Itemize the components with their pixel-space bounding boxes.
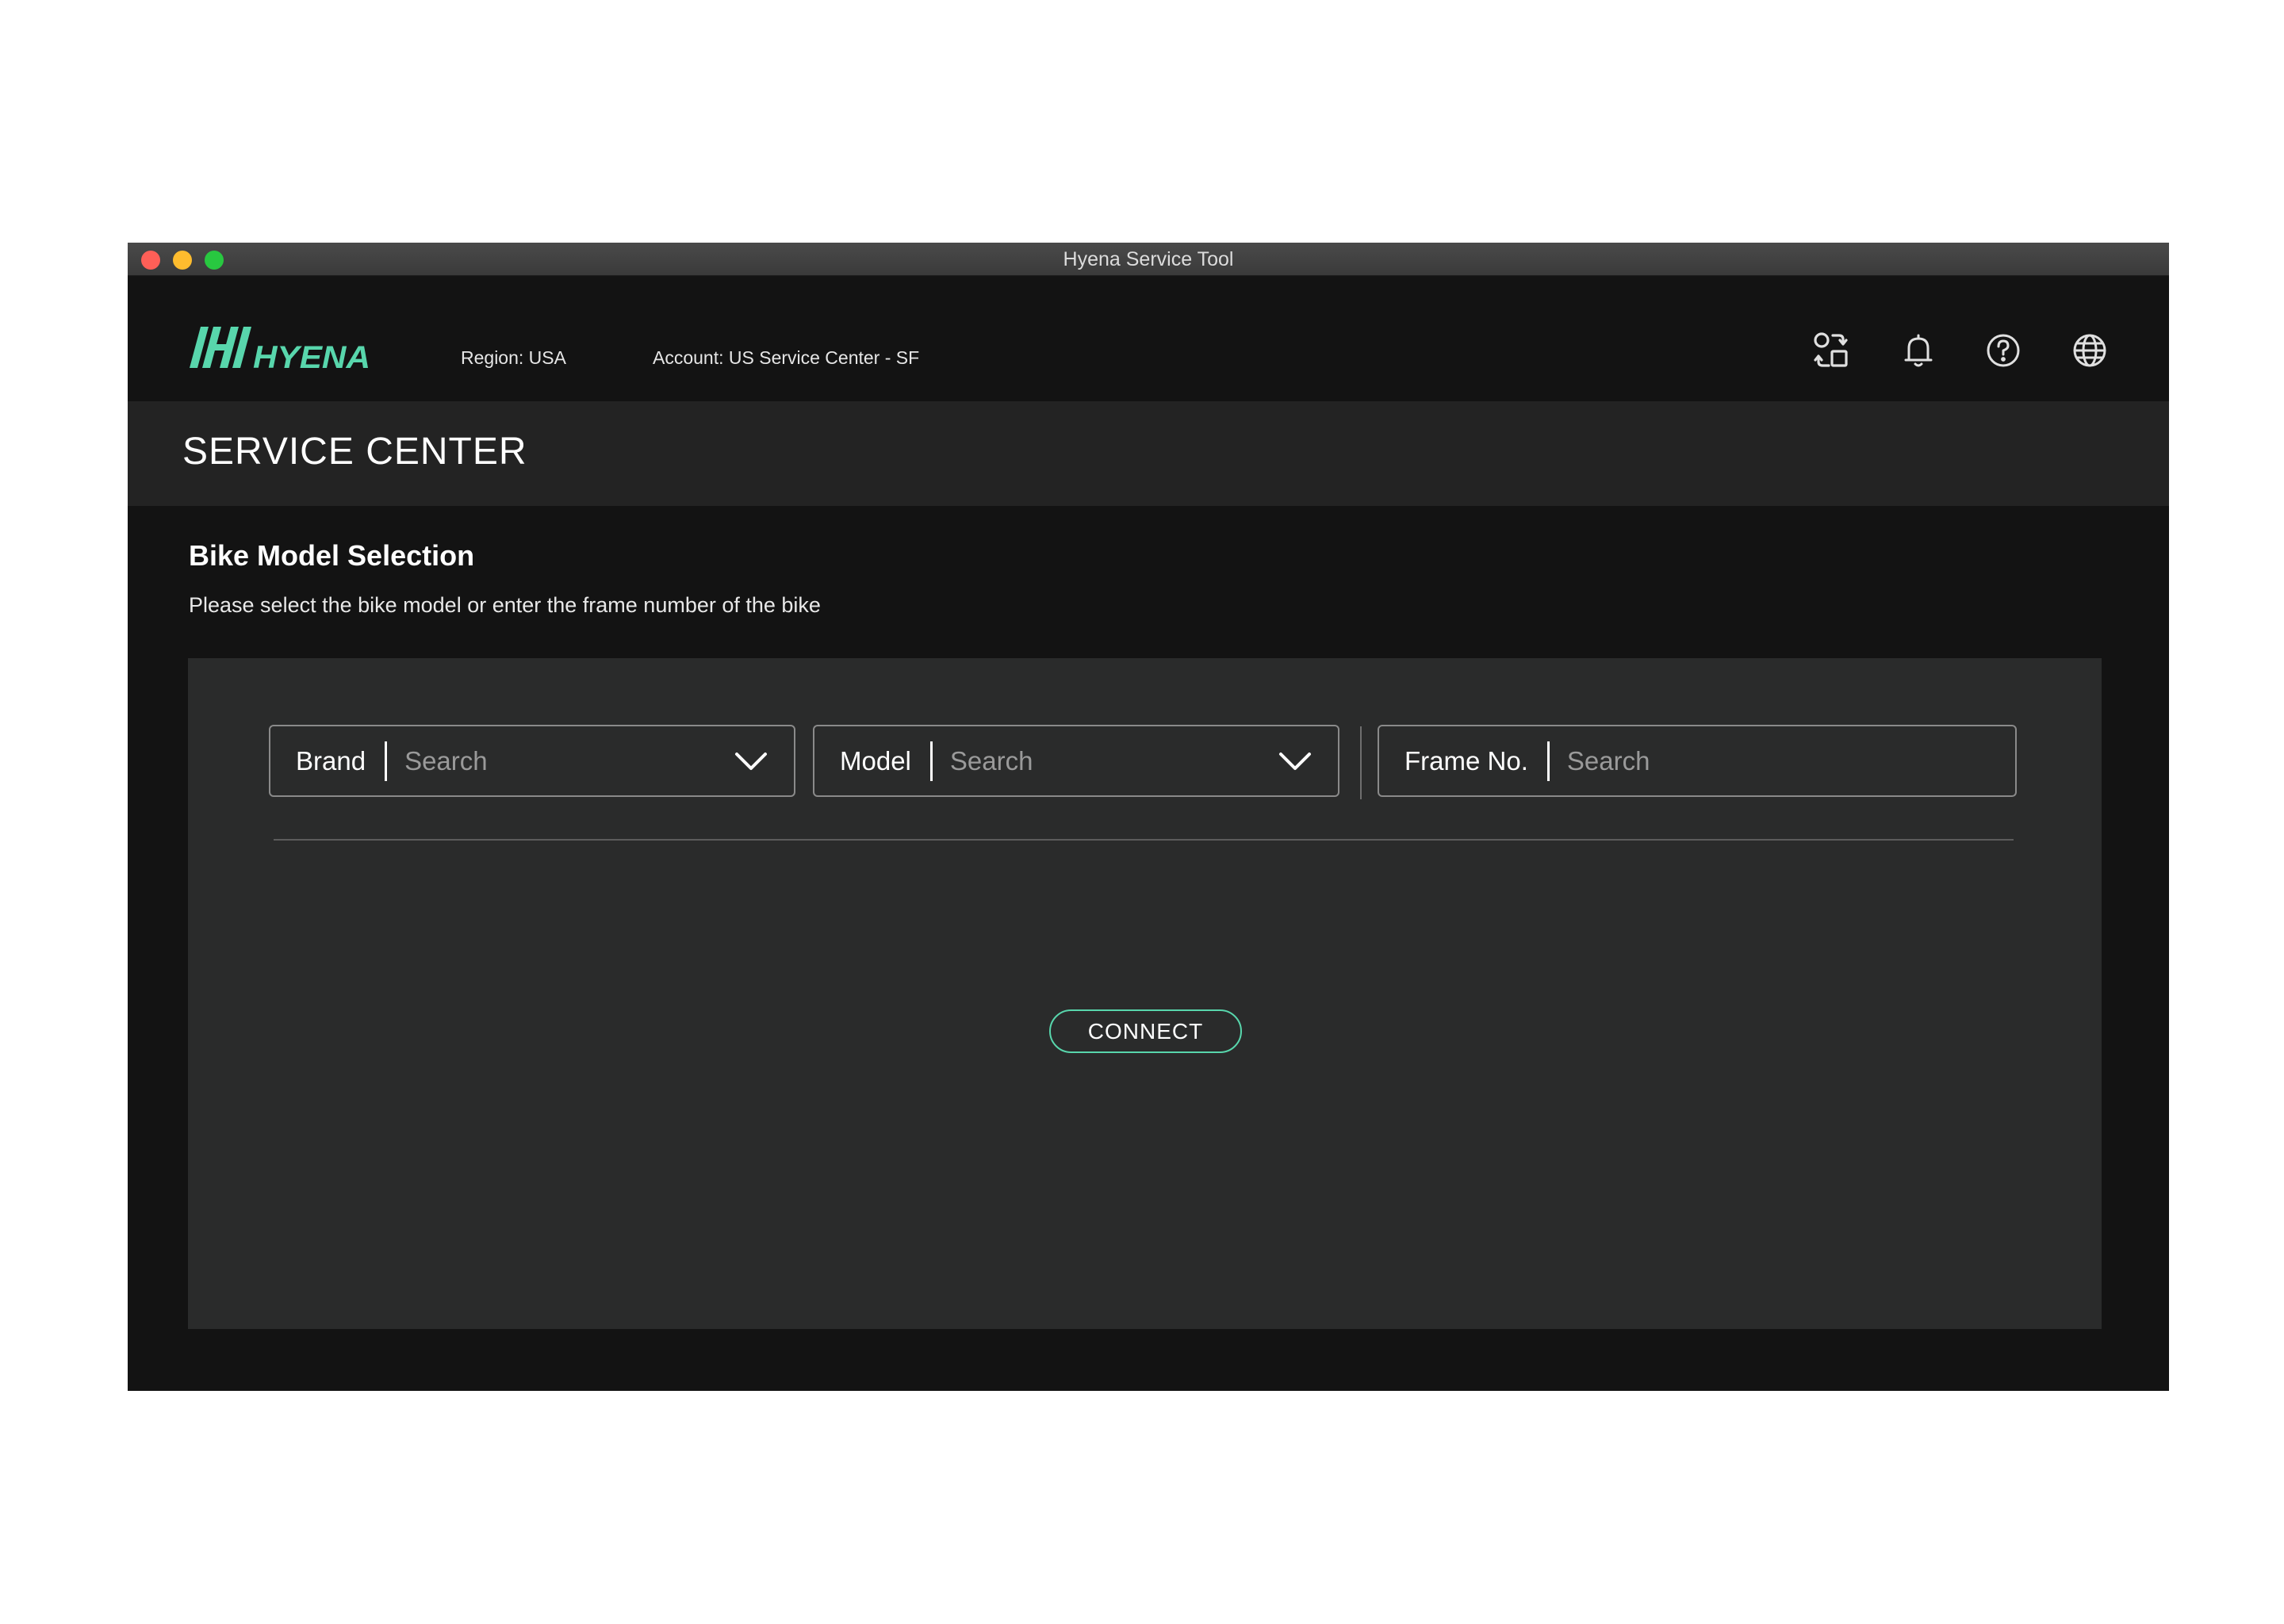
section-heading: Bike Model Selection: [189, 539, 475, 572]
model-dropdown-toggle[interactable]: [1276, 742, 1314, 780]
account-label: Account: US Service Center - SF: [653, 347, 920, 368]
title-bar[interactable]: Hyena Service Tool: [128, 243, 2169, 276]
chevron-down-icon: [1279, 752, 1311, 770]
notifications-button[interactable]: [1896, 328, 1941, 373]
model-label: Model: [840, 745, 911, 776]
svg-text:HYENA: HYENA: [253, 340, 370, 373]
selection-panel: Brand Model Frame No.: [188, 658, 2102, 1329]
brand-search-input[interactable]: [387, 745, 732, 777]
globe-icon: [2073, 334, 2106, 367]
chevron-down-icon: [735, 752, 767, 770]
divider: [274, 839, 2014, 841]
frame-number-field[interactable]: Frame No.: [1378, 725, 2017, 797]
switch-account-icon: [1814, 332, 1848, 367]
hyena-logo: HYENA: [190, 327, 370, 373]
connect-button[interactable]: CONNECT: [1049, 1009, 1242, 1053]
frame-number-label: Frame No.: [1405, 745, 1528, 776]
model-search-input[interactable]: [932, 745, 1276, 777]
brand-dropdown-toggle[interactable]: [732, 742, 770, 780]
model-select[interactable]: Model: [813, 725, 1339, 797]
section-description: Please select the bike model or enter th…: [189, 593, 821, 617]
language-button[interactable]: [2067, 328, 2112, 373]
section-banner: SERVICE CENTER: [128, 401, 2169, 506]
region-label: Region: USA: [461, 347, 566, 368]
brand-select[interactable]: Brand: [269, 725, 795, 797]
bell-icon: [1904, 334, 1933, 367]
frame-number-input[interactable]: [1549, 745, 2015, 777]
filter-divider: [1360, 726, 1362, 799]
app-header: HYENA Region: USA Account: US Service Ce…: [128, 276, 2169, 401]
help-button[interactable]: [1981, 328, 2025, 373]
switch-account-button[interactable]: [1809, 328, 1853, 373]
page-title: SERVICE CENTER: [182, 431, 527, 473]
window-title: Hyena Service Tool: [1063, 248, 1234, 270]
brand-label: Brand: [296, 745, 366, 776]
help-icon: [1987, 334, 2020, 367]
app-window: Hyena Service Tool HYENA Region: USA Acc…: [128, 243, 2169, 1391]
